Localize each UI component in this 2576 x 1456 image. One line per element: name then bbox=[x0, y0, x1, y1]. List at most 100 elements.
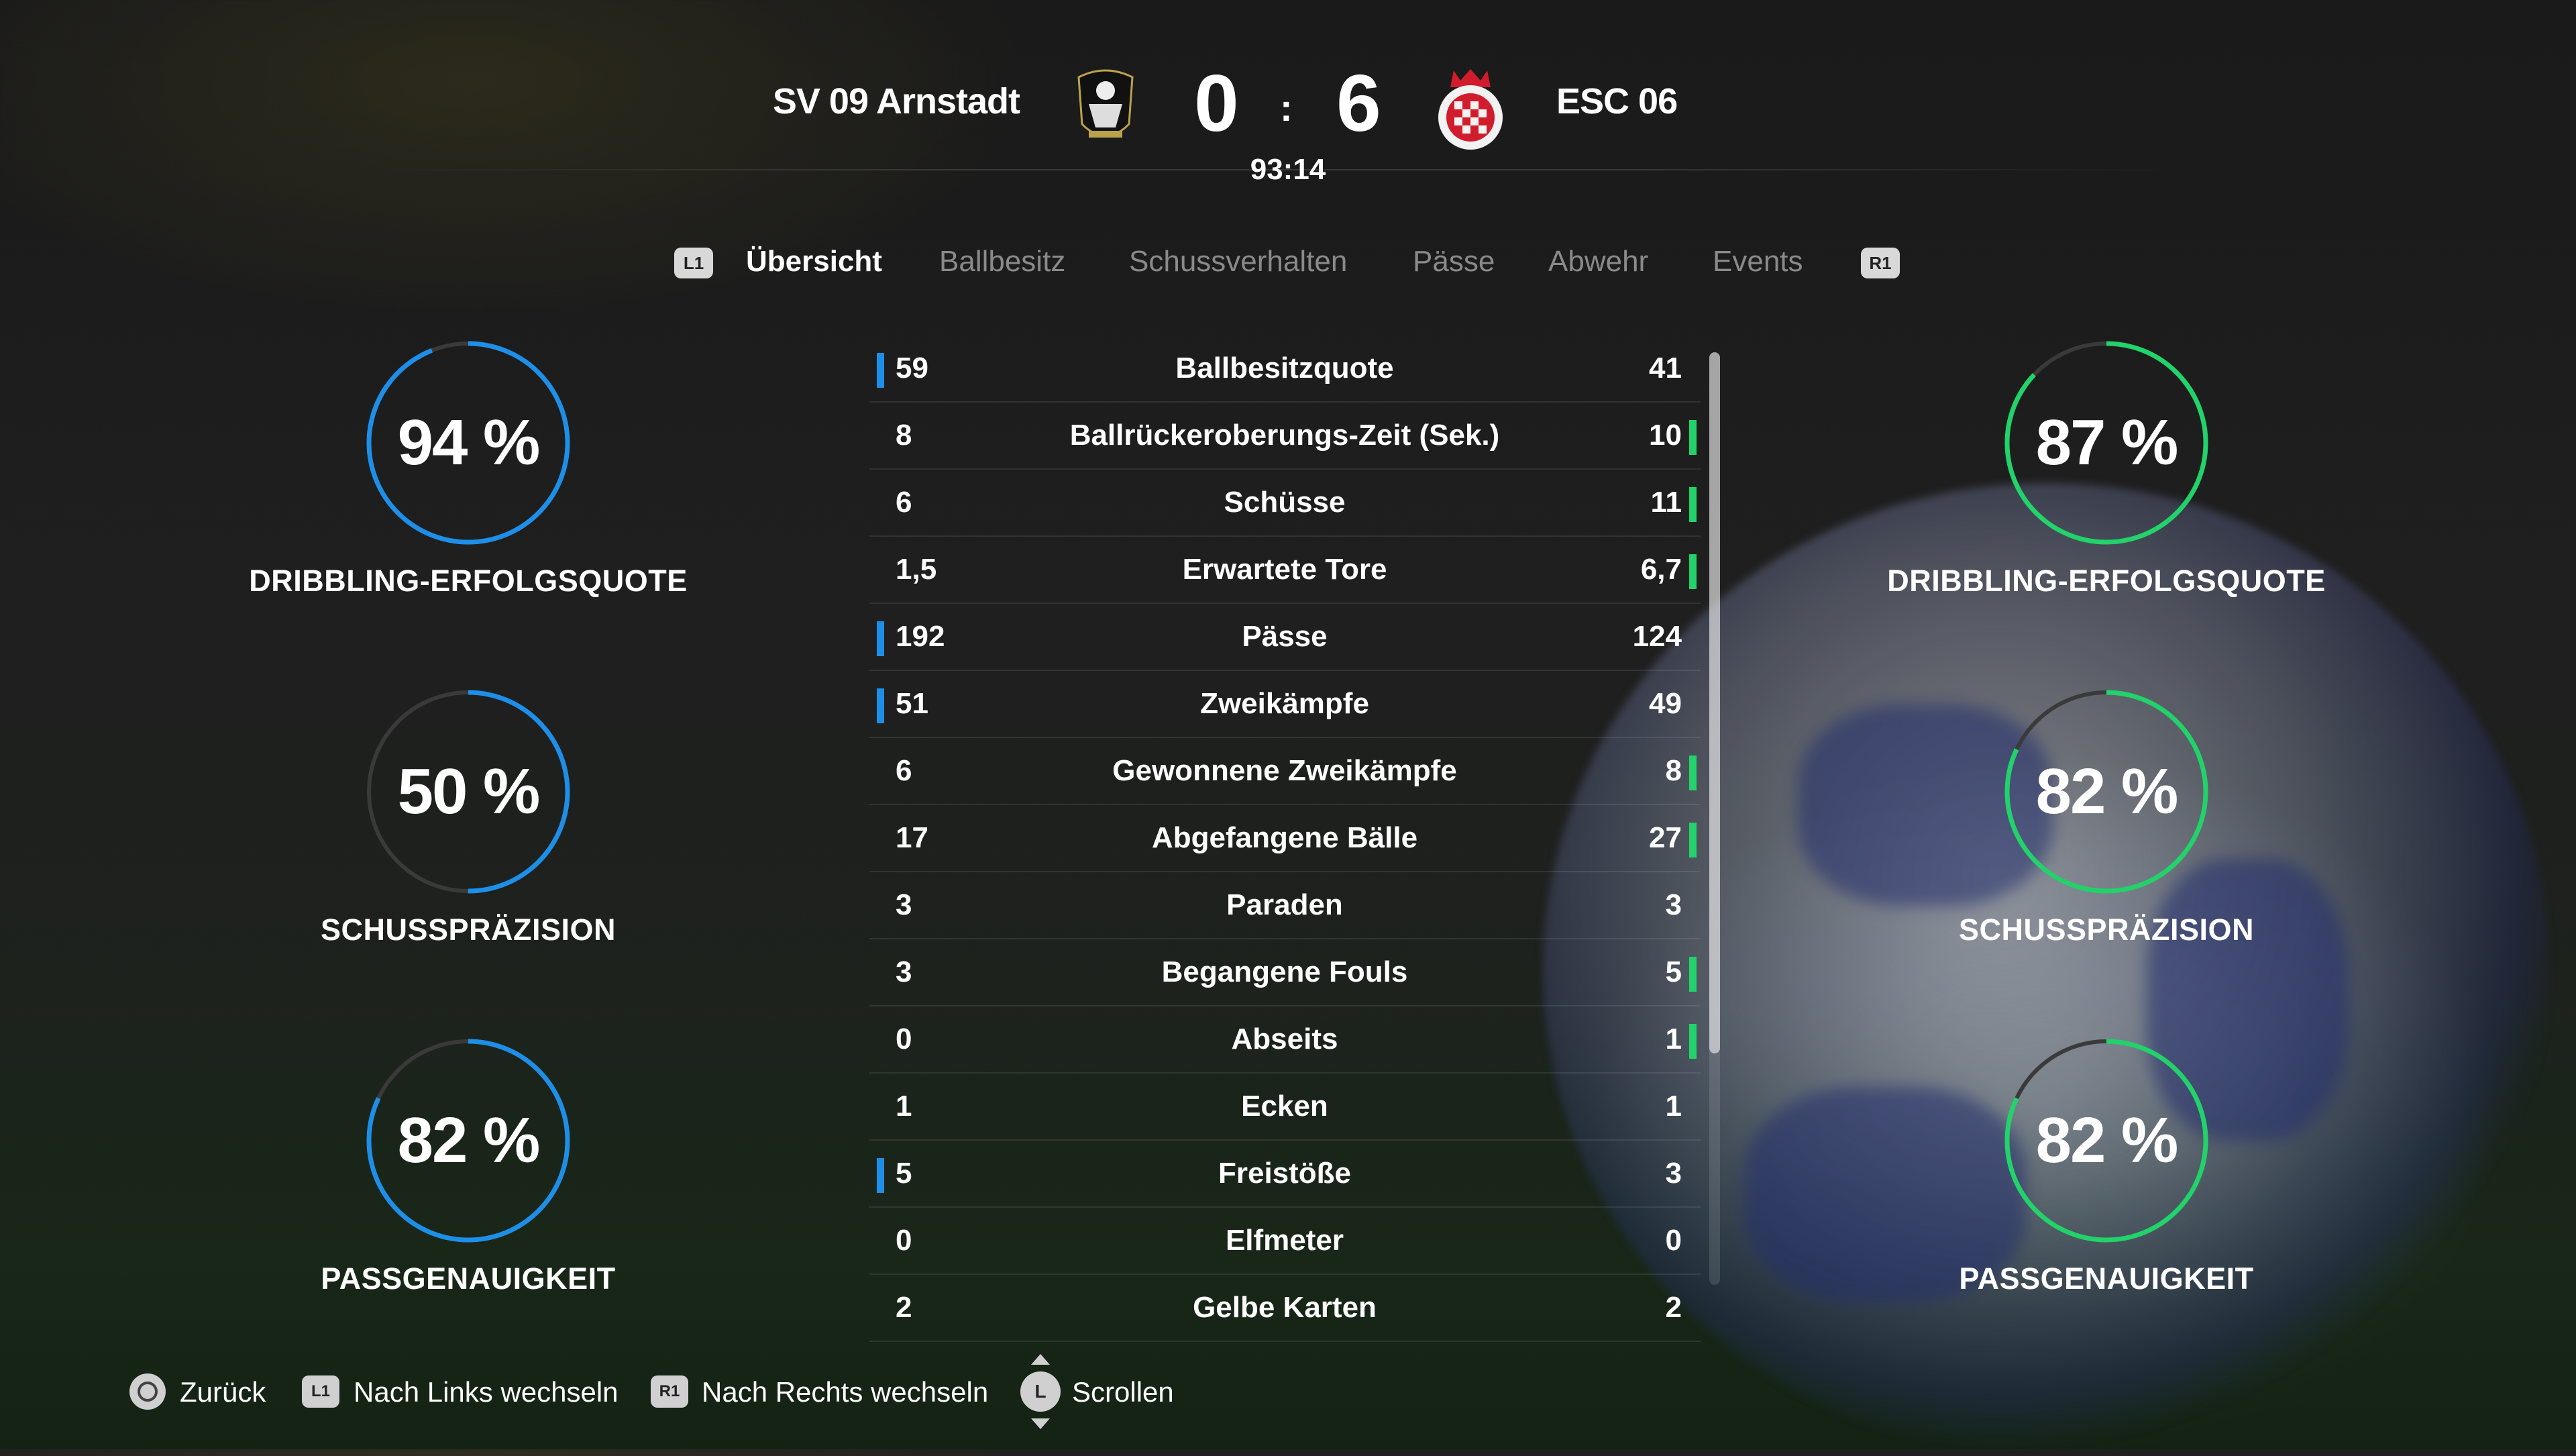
tab-ballbesitz[interactable]: Ballbesitz bbox=[939, 245, 1065, 278]
away-stat-value: 2 bbox=[1665, 1291, 1682, 1324]
home-dribbling-ring: 94 % DRIBBLING-ERFOLGSQUOTE bbox=[233, 335, 703, 599]
stat-row: 6 Gewonnene Zweikämpfe 8 bbox=[869, 738, 1701, 805]
stat-row: 192 Pässe 124 bbox=[869, 604, 1701, 671]
away-leader-bar bbox=[1689, 1024, 1697, 1059]
tab-bar: L1 Übersicht Ballbesitz Schussverhalten … bbox=[0, 245, 2576, 292]
home-dribbling-value: 94 % bbox=[397, 407, 541, 478]
stat-name: Schüsse bbox=[1224, 486, 1346, 519]
home-pass-accuracy-label: PASSGENAUIGKEIT bbox=[321, 1261, 616, 1296]
home-dribbling-label: DRIBBLING-ERFOLGSQUOTE bbox=[249, 564, 688, 598]
circle-button-icon bbox=[129, 1373, 166, 1410]
stat-row: 0 Elfmeter 0 bbox=[869, 1208, 1701, 1275]
tab-abwehr[interactable]: Abwehr bbox=[1548, 245, 1648, 278]
stat-name: Ecken bbox=[1241, 1090, 1328, 1123]
tab-events[interactable]: Events bbox=[1713, 245, 1803, 278]
l1-hint-icon: L1 bbox=[302, 1375, 339, 1408]
stats-table[interactable]: 59 Ballbesitzquote 41 8 Ballrückeroberungs-Z… bbox=[869, 335, 1701, 1342]
switch-right-hint[interactable]: Nach Rechts wechseln bbox=[702, 1369, 988, 1416]
away-stat-value: 1 bbox=[1665, 1090, 1682, 1123]
away-stat-value: 10 bbox=[1649, 419, 1682, 452]
away-shot-accuracy-value: 82 % bbox=[2035, 756, 2179, 827]
stat-name: Freistöße bbox=[1218, 1157, 1352, 1190]
score-separator: : bbox=[1280, 87, 1293, 129]
stat-row: 5 Freistöße 3 bbox=[869, 1141, 1701, 1208]
home-shot-accuracy-value: 50 % bbox=[397, 756, 541, 827]
tab-paesse[interactable]: Pässe bbox=[1413, 245, 1495, 278]
home-shot-accuracy-ring: 50 % SCHUSSPRÄZISION bbox=[233, 684, 703, 947]
away-stat-value: 124 bbox=[1632, 620, 1682, 653]
away-stat-value: 0 bbox=[1665, 1224, 1682, 1257]
away-team-name: ESC 06 bbox=[1556, 81, 1678, 121]
away-stat-value: 41 bbox=[1649, 352, 1682, 384]
away-dribbling-ring: 87 % DRIBBLING-ERFOLGSQUOTE bbox=[1872, 335, 2341, 599]
away-stat-value: 49 bbox=[1649, 687, 1682, 720]
home-shot-accuracy-label: SCHUSSPRÄZISION bbox=[320, 913, 616, 947]
stat-name: Zweikämpfe bbox=[1200, 687, 1369, 720]
stat-name: Elfmeter bbox=[1225, 1224, 1344, 1257]
left-stick-icon: L bbox=[1020, 1371, 1061, 1412]
away-pass-accuracy-ring: 82 % PASSGENAUIGKEIT bbox=[1872, 1033, 2341, 1296]
away-dribbling-value: 87 % bbox=[2035, 407, 2179, 478]
stat-name: Paraden bbox=[1226, 888, 1343, 921]
switch-left-hint[interactable]: Nach Links wechseln bbox=[354, 1369, 619, 1416]
l1-button-icon[interactable]: L1 bbox=[674, 248, 713, 278]
away-leader-bar bbox=[1689, 420, 1697, 455]
home-score: 0 bbox=[1194, 58, 1239, 148]
away-stat-value: 8 bbox=[1665, 754, 1682, 787]
tab-schussverhalten[interactable]: Schussverhalten bbox=[1129, 245, 1347, 278]
stat-row: 1 Ecken 1 bbox=[869, 1074, 1701, 1141]
stat-row: 51 Zweikämpfe 49 bbox=[869, 671, 1701, 738]
stat-name: Ballbesitzquote bbox=[1175, 352, 1394, 384]
away-stat-value: 11 bbox=[1650, 486, 1682, 519]
tab-uebersicht[interactable]: Übersicht bbox=[746, 245, 882, 278]
away-pass-accuracy-value: 82 % bbox=[2035, 1104, 2179, 1176]
stat-name: Ballrückeroberungs-Zeit (Sek.) bbox=[1069, 419, 1500, 452]
away-leader-bar bbox=[1689, 823, 1697, 857]
stat-row: 8 Ballrückeroberungs-Zeit (Sek.) 10 bbox=[869, 403, 1701, 470]
stat-name: Erwartete Tore bbox=[1182, 553, 1387, 586]
away-pass-accuracy-label: PASSGENAUIGKEIT bbox=[1959, 1261, 2254, 1296]
away-stat-value: 27 bbox=[1649, 821, 1682, 854]
home-pass-accuracy-value: 82 % bbox=[397, 1104, 541, 1176]
back-hint[interactable]: Zurück bbox=[180, 1369, 266, 1416]
away-leader-bar bbox=[1689, 756, 1697, 790]
stat-name: Abseits bbox=[1231, 1023, 1338, 1055]
stat-name: Gelbe Karten bbox=[1193, 1291, 1377, 1324]
scroll-up-arrow-icon bbox=[1031, 1354, 1050, 1365]
away-shot-accuracy-ring: 82 % SCHUSSPRÄZISION bbox=[1872, 684, 2341, 947]
stat-row: 1,5 Erwartete Tore 6,7 bbox=[869, 537, 1701, 604]
home-team-name: SV 09 Arnstadt bbox=[772, 81, 1020, 121]
away-stat-value: 6,7 bbox=[1640, 553, 1682, 586]
stat-row: 6 Schüsse 11 bbox=[869, 470, 1701, 537]
stat-row: 59 Ballbesitzquote 41 bbox=[869, 335, 1701, 403]
away-stat-value: 1 bbox=[1665, 1023, 1682, 1055]
stats-scrollbar-thumb[interactable] bbox=[1709, 352, 1720, 1053]
button-hints-footer: Zurück L1 Nach Links wechseln R1 Nach Re… bbox=[0, 1354, 2576, 1429]
r1-button-icon[interactable]: R1 bbox=[1861, 248, 1900, 278]
away-leader-bar bbox=[1689, 554, 1697, 589]
stat-row: 2 Gelbe Karten 2 bbox=[869, 1275, 1701, 1342]
home-team-crest-icon bbox=[1069, 64, 1142, 151]
stat-name: Begangene Fouls bbox=[1161, 955, 1408, 988]
away-leader-bar bbox=[1689, 957, 1697, 992]
scroll-down-arrow-icon bbox=[1031, 1418, 1050, 1429]
away-stat-value: 3 bbox=[1665, 888, 1682, 921]
stat-row: 3 Paraden 3 bbox=[869, 872, 1701, 939]
away-dribbling-label: DRIBBLING-ERFOLGSQUOTE bbox=[1887, 564, 2326, 598]
home-pass-accuracy-ring: 82 % PASSGENAUIGKEIT bbox=[233, 1033, 703, 1296]
stat-row: 3 Begangene Fouls 5 bbox=[869, 939, 1701, 1006]
away-stat-value: 3 bbox=[1665, 1157, 1682, 1190]
away-team-crest-icon bbox=[1434, 64, 1507, 151]
away-leader-bar bbox=[1689, 487, 1697, 522]
header-divider bbox=[376, 169, 2187, 170]
away-score: 6 bbox=[1336, 58, 1381, 148]
stat-name: Pässe bbox=[1242, 620, 1328, 653]
stat-row: 17 Abgefangene Bälle 27 bbox=[869, 805, 1701, 872]
stat-name: Gewonnene Zweikämpfe bbox=[1112, 754, 1457, 787]
scroll-hint[interactable]: Scrollen bbox=[1072, 1369, 1174, 1416]
r1-hint-icon: R1 bbox=[651, 1375, 688, 1408]
stat-row: 0 Abseits 1 bbox=[869, 1006, 1701, 1074]
away-stat-value: 5 bbox=[1665, 955, 1682, 988]
stats-scrollbar[interactable] bbox=[1709, 352, 1720, 1285]
away-shot-accuracy-label: SCHUSSPRÄZISION bbox=[1958, 913, 2255, 947]
